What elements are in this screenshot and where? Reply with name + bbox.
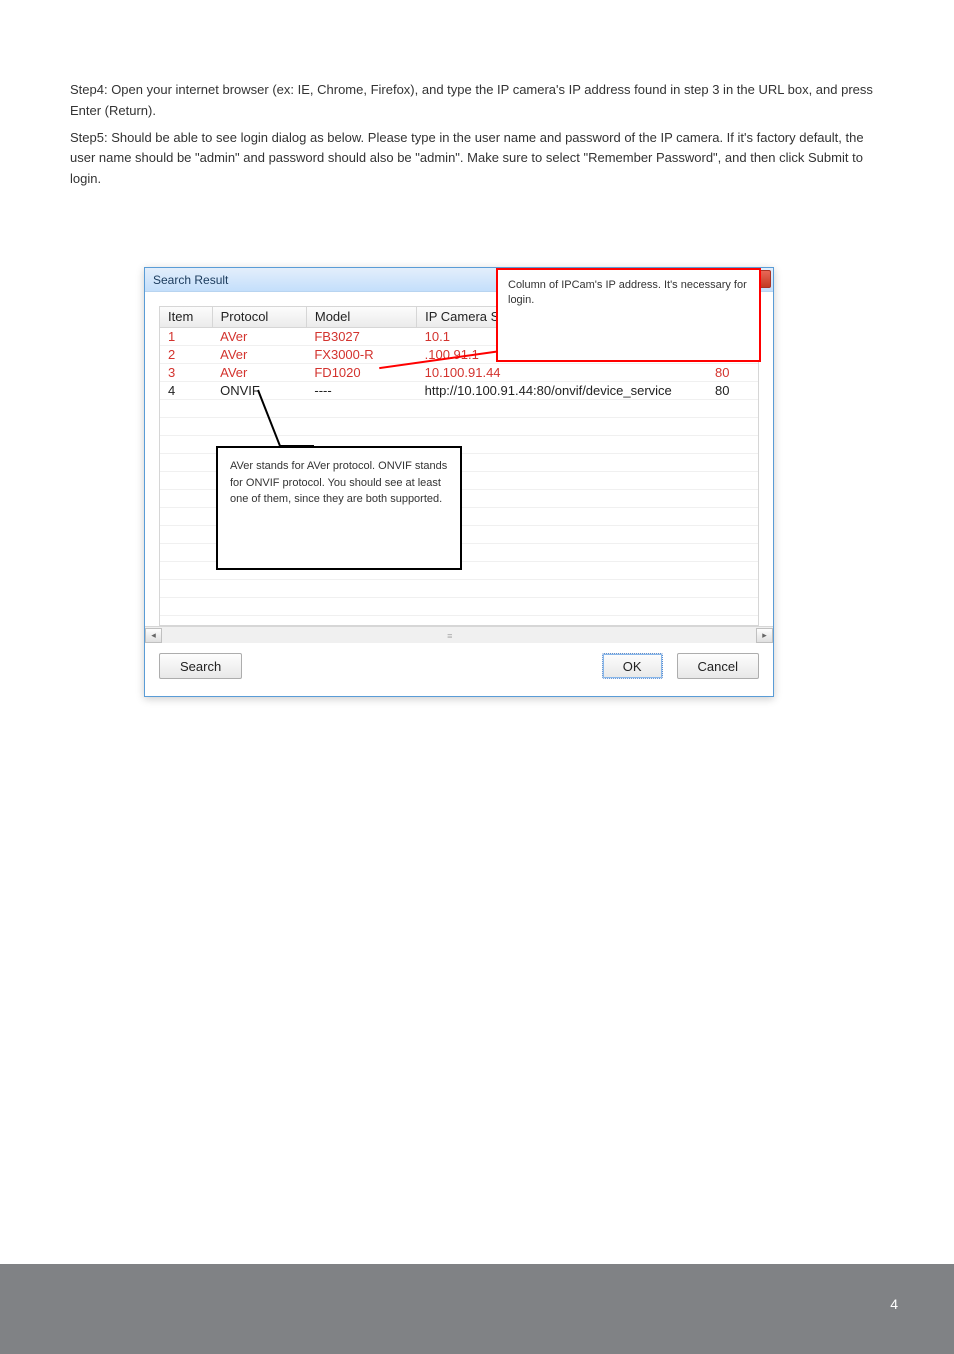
horizontal-scrollbar[interactable]: ◂ ≡ ▸ (145, 626, 773, 643)
search-button[interactable]: Search (159, 653, 242, 679)
dialog-button-row: Search OK Cancel (145, 643, 773, 691)
table-cell: 80 (697, 363, 757, 381)
table-cell: FB3027 (306, 327, 416, 345)
instruction-step4: Step4: Open your internet browser (ex: I… (70, 80, 884, 122)
scroll-left-icon[interactable]: ◂ (145, 628, 162, 643)
table-row (160, 417, 758, 435)
col-header-protocol[interactable]: Protocol (212, 307, 306, 327)
callout-ip-column: Column of IPCam's IP address. It's neces… (496, 268, 761, 362)
table-cell: 4 (160, 381, 212, 399)
table-cell: 2 (160, 345, 212, 363)
instruction-step5: Step5: Should be able to see login dialo… (70, 128, 884, 190)
ok-button[interactable]: OK (602, 653, 663, 679)
table-row[interactable]: 3AVerFD102010.100.91.4480 (160, 363, 758, 381)
scroll-track[interactable]: ≡ (162, 628, 756, 643)
table-cell: 10.100.91.44 (417, 363, 698, 381)
col-header-item[interactable]: Item (160, 307, 212, 327)
table-row[interactable]: 4ONVIF----http://10.100.91.44:80/onvif/d… (160, 381, 758, 399)
table-row (160, 579, 758, 597)
table-row (160, 597, 758, 615)
dialog-title: Search Result (153, 273, 228, 287)
table-row (160, 399, 758, 417)
table-cell: AVer (212, 363, 306, 381)
callout-protocol: AVer stands for AVer protocol. ONVIF sta… (216, 446, 462, 570)
table-cell: ---- (306, 381, 416, 399)
table-cell: http://10.100.91.44:80/onvif/device_serv… (417, 381, 698, 399)
scroll-right-icon[interactable]: ▸ (756, 628, 773, 643)
page-footer: 4 (0, 1264, 954, 1354)
table-cell: AVer (212, 327, 306, 345)
table-cell: 1 (160, 327, 212, 345)
table-cell: FX3000-R (306, 345, 416, 363)
callout-protocol-text: AVer stands for AVer protocol. ONVIF sta… (230, 460, 447, 505)
page-instructions: Step4: Open your internet browser (ex: I… (0, 0, 954, 236)
table-cell: AVer (212, 345, 306, 363)
cancel-button[interactable]: Cancel (677, 653, 759, 679)
col-header-model[interactable]: Model (306, 307, 416, 327)
page-number: 4 (890, 1296, 898, 1312)
table-cell: 3 (160, 363, 212, 381)
scroll-thumb-grip: ≡ (447, 631, 453, 641)
callout-black-leader (256, 388, 316, 450)
table-cell: 80 (697, 381, 757, 399)
callout-ip-text: Column of IPCam's IP address. It's neces… (508, 279, 747, 306)
